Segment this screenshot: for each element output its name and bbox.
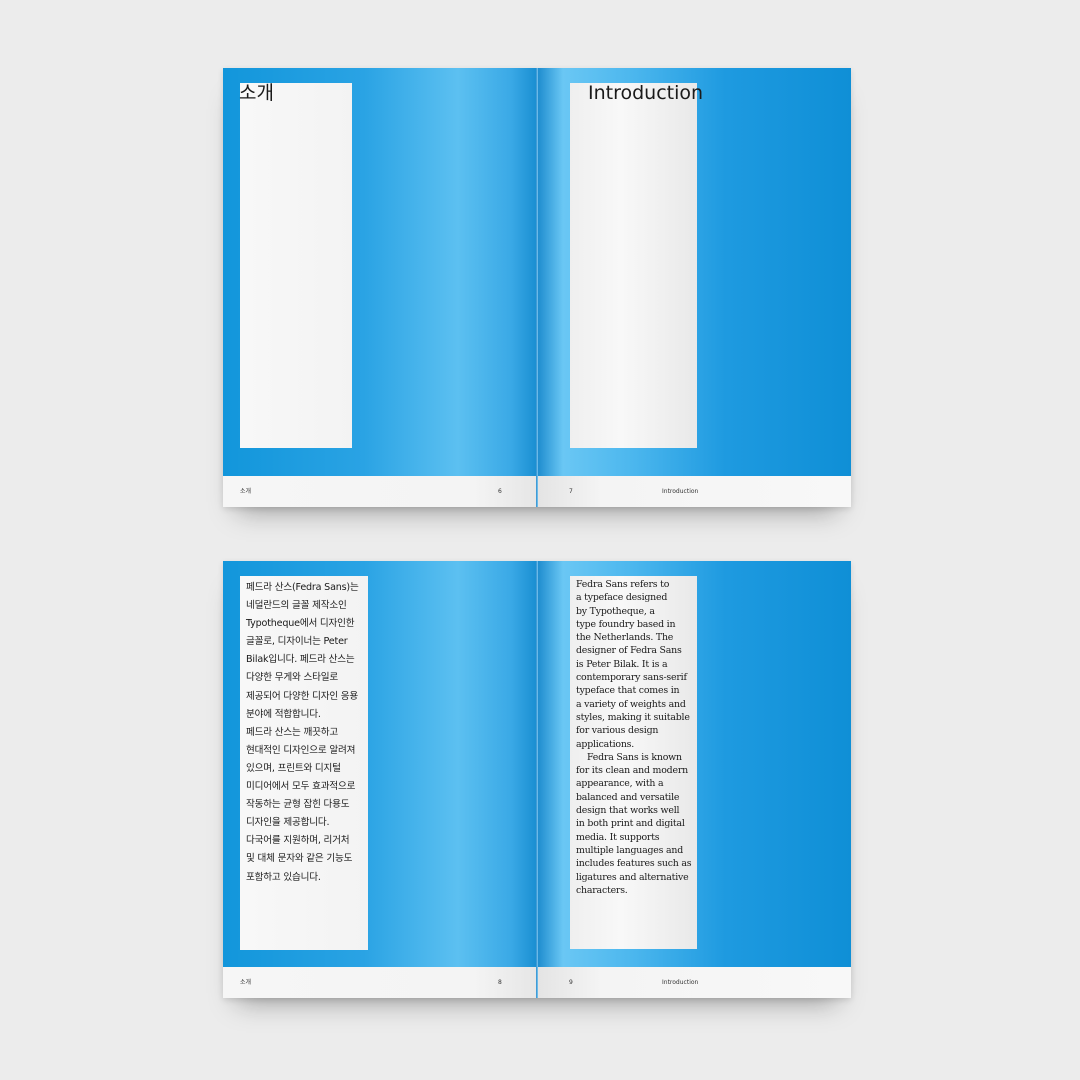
text-line: type foundry based in — [576, 618, 676, 630]
text-line: design that works well — [576, 805, 680, 817]
text-line: 현대적인 디자인으로 알려져 — [246, 744, 356, 756]
text-panel: 페드라 산스(Fedra Sans)는네덜란드의 글꼴 제작소인 Typotheq… — [240, 576, 368, 950]
book-spread-2: 페드라 산스(Fedra Sans)는네덜란드의 글꼴 제작소인 Typotheq… — [223, 561, 851, 998]
text-line: in both print and digital — [576, 818, 685, 830]
korean-body-text: 페드라 산스(Fedra Sans)는네덜란드의 글꼴 제작소인 Typotheq… — [246, 579, 370, 887]
footer-title: 소개 — [240, 488, 252, 495]
page-footer: 소개 6 — [223, 476, 536, 507]
page-8: 페드라 산스(Fedra Sans)는네덜란드의 글꼴 제작소인 Typotheq… — [223, 561, 536, 998]
book-spread-1: 소개 소개 6 Introduction 7 Introduction — [223, 68, 851, 507]
text-line: 글꼴로, 디자이너는 Peter — [246, 636, 348, 648]
text-line: Bilak입니다. 페드라 산스는 — [246, 654, 355, 666]
text-line: characters. — [576, 884, 628, 896]
text-line: the Netherlands. The — [576, 632, 674, 644]
page-footer: 7 Introduction — [538, 476, 851, 507]
text-line: for its clean and modern — [576, 765, 688, 777]
page-footer: 소개 8 — [223, 967, 536, 998]
page-number: 6 — [498, 488, 502, 495]
page-heading: Introduction — [588, 82, 704, 104]
text-line: appearance, with a — [576, 778, 664, 790]
page-number: 8 — [498, 979, 502, 986]
text-line: 포함하고 있습니다. — [246, 871, 321, 883]
text-line: 및 대체 문자와 같은 기능도 — [246, 853, 353, 865]
text-line: for various design — [576, 725, 659, 737]
text-panel — [240, 83, 352, 448]
text-line: Typotheque에서 디자인한 — [246, 618, 355, 630]
page-9: Fedra Sans refers to a typeface designed b… — [538, 561, 851, 998]
text-line: typeface that comes in — [576, 685, 680, 697]
footer-title: Introduction — [662, 979, 699, 986]
text-line: 페드라 산스(Fedra Sans)는 — [246, 582, 359, 593]
text-line: multiple languages and — [576, 844, 684, 856]
text-line: applications. — [576, 738, 635, 750]
page-footer: 9 Introduction — [538, 967, 851, 998]
page-7: Introduction 7 Introduction — [538, 68, 851, 507]
page-6: 소개 소개 6 — [223, 68, 536, 507]
page-number: 9 — [569, 979, 573, 986]
footer-title: Introduction — [662, 488, 699, 495]
text-line: by Typotheque, a — [576, 605, 655, 617]
text-line: balanced and versatile — [576, 791, 680, 803]
text-line: 분야에 적합합니다. — [246, 708, 321, 720]
page-heading: 소개 — [239, 82, 274, 104]
english-body-text: Fedra Sans refers to a typeface designed b… — [576, 578, 702, 897]
text-line: a typeface designed — [576, 592, 668, 604]
text-line: 다국어를 지원하며, 리거처 — [246, 835, 350, 847]
text-panel: Fedra Sans refers to a typeface designed b… — [570, 576, 697, 949]
page-number: 7 — [569, 488, 573, 495]
text-line: a variety of weights and — [576, 698, 686, 710]
text-line: 네덜란드의 글꼴 제작소인 — [246, 600, 347, 612]
footer-title: 소개 — [240, 979, 252, 986]
text-line: Fedra Sans is known — [587, 751, 682, 763]
text-line: 제공되어 다양한 디자인 응용 — [246, 690, 359, 702]
text-line: designer of Fedra Sans — [576, 645, 682, 657]
text-line: styles, making it suitable — [576, 711, 690, 723]
text-line: Fedra Sans refers to — [576, 579, 670, 590]
text-line: 다양한 무게와 스타일로 — [246, 672, 338, 684]
text-line: 있으며, 프린트와 디지털 — [246, 762, 341, 774]
text-line: is Peter Bilak. It is a — [576, 658, 668, 670]
text-line: 페드라 산스는 깨끗하고 — [246, 726, 338, 738]
text-line: contemporary sans-serif — [576, 672, 687, 684]
text-panel — [570, 83, 697, 448]
text-line: ligatures and alternative — [576, 871, 689, 883]
text-line: 디자인을 제공합니다. — [246, 817, 330, 829]
text-line: includes features such as — [576, 858, 692, 870]
text-line: media. It supports — [576, 831, 660, 843]
text-line: 미디어에서 모두 효과적으로 — [246, 781, 356, 793]
text-line: 작동하는 균형 잡힌 다용도 — [246, 799, 350, 811]
